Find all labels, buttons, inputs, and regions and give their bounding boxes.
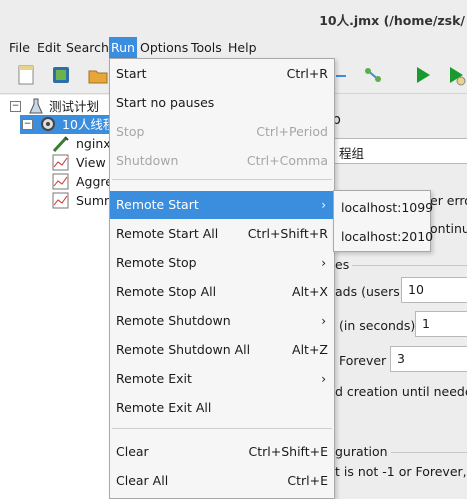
menu-item-label: Remote Shutdown bbox=[116, 313, 231, 328]
menu-options[interactable]: Options bbox=[140, 40, 188, 55]
remote-icon[interactable] bbox=[362, 64, 384, 86]
menu-item-remote-exit-all[interactable]: Remote Exit All bbox=[110, 394, 334, 422]
new-icon[interactable] bbox=[15, 64, 37, 86]
menu-item-label: Remote Exit All bbox=[116, 400, 212, 415]
menu-item-remote-stop[interactable]: Remote Stop › bbox=[110, 249, 334, 277]
menu-item-label: Clear bbox=[116, 444, 149, 459]
start-icon[interactable] bbox=[412, 64, 434, 86]
menu-separator bbox=[112, 428, 332, 429]
graph-icon bbox=[52, 192, 70, 214]
run-menu: Start Ctrl+R Start no pauses Stop Ctrl+P… bbox=[109, 58, 335, 499]
menu-item-remote-exit[interactable]: Remote Exit › bbox=[110, 365, 334, 393]
scheduler-config-label: guration bbox=[335, 444, 391, 459]
continue-option[interactable]: ontinue bbox=[430, 221, 467, 236]
menu-item-remote-start-all[interactable]: Remote Start All Ctrl+Shift+R bbox=[110, 220, 334, 248]
rampup-input[interactable]: 1 bbox=[415, 311, 467, 337]
menu-run[interactable]: Run bbox=[109, 37, 137, 59]
window-title: 10人.jmx (/home/zsk/ bbox=[319, 13, 465, 28]
shortcut-label: Ctrl+Shift+R bbox=[247, 226, 328, 241]
collapse-icon[interactable]: − bbox=[22, 119, 33, 130]
tree-item-label: nginx bbox=[76, 136, 111, 151]
chevron-right-icon: › bbox=[321, 198, 326, 212]
shortcut-label: Ctrl+R bbox=[286, 66, 328, 81]
delay-creation-label[interactable]: d creation until needed bbox=[335, 384, 467, 399]
chevron-right-icon: › bbox=[321, 314, 326, 328]
open-icon[interactable] bbox=[87, 64, 109, 86]
duration-note: t is not -1 or Forever, du bbox=[335, 464, 467, 479]
tree-item-label: Aggre bbox=[76, 174, 113, 189]
loop-count-input[interactable]: 3 bbox=[390, 346, 467, 372]
shortcut-label: Alt+X bbox=[292, 284, 328, 299]
menu-tools[interactable]: Tools bbox=[191, 40, 222, 55]
rampup-value: 1 bbox=[422, 316, 430, 331]
menu-item-label: Remote Start All bbox=[116, 226, 219, 241]
menu-item-label: Remote Exit bbox=[116, 371, 192, 386]
remote-start-submenu: localhost:1099 localhost:2010 bbox=[333, 190, 433, 252]
shortcut-label: Alt+Z bbox=[292, 342, 328, 357]
threads-input[interactable]: 10 bbox=[401, 277, 467, 303]
thread-properties-label: es bbox=[335, 257, 353, 272]
templates-icon[interactable] bbox=[50, 64, 72, 86]
submenu-item-localhost-1099[interactable]: localhost:1099 bbox=[341, 200, 433, 215]
menu-item-stop: Stop Ctrl+Period bbox=[110, 118, 334, 146]
name-value: 程组 bbox=[339, 146, 365, 161]
shortcut-label: Ctrl+Comma bbox=[246, 153, 328, 168]
menu-separator bbox=[112, 179, 332, 180]
menu-item-clear-all[interactable]: Clear All Ctrl+E bbox=[110, 467, 334, 495]
menu-item-remote-stop-all[interactable]: Remote Stop All Alt+X bbox=[110, 278, 334, 306]
chevron-right-icon: › bbox=[321, 372, 326, 386]
menu-item-shutdown: Shutdown Ctrl+Comma bbox=[110, 147, 334, 175]
menu-item-start[interactable]: Start Ctrl+R bbox=[110, 60, 334, 88]
menu-edit[interactable]: Edit bbox=[37, 40, 61, 55]
divider bbox=[332, 265, 467, 266]
menu-item-label: Start bbox=[116, 66, 147, 81]
menu-item-clear[interactable]: Clear Ctrl+Shift+E bbox=[110, 438, 334, 466]
threads-label: ads (users): bbox=[335, 284, 409, 299]
toolbar-fragment bbox=[336, 75, 346, 77]
menu-search[interactable]: Search bbox=[66, 40, 109, 55]
loop-value: 3 bbox=[397, 351, 405, 366]
submenu-item-localhost-2010[interactable]: localhost:2010 bbox=[341, 229, 433, 244]
chevron-right-icon: › bbox=[321, 256, 326, 270]
menu-item-label: Clear All bbox=[116, 473, 169, 488]
loop-forever-label[interactable]: Forever bbox=[339, 353, 386, 368]
menu-item-label: Remote Stop bbox=[116, 255, 197, 270]
error-action-label: er erro bbox=[430, 193, 467, 208]
menu-item-label: Stop bbox=[116, 124, 145, 139]
shortcut-label: Ctrl+E bbox=[287, 473, 328, 488]
menu-file[interactable]: File bbox=[9, 40, 30, 55]
start-no-pauses-icon[interactable] bbox=[445, 64, 467, 86]
menu-item-remote-shutdown[interactable]: Remote Shutdown › bbox=[110, 307, 334, 335]
rampup-label: (in seconds): bbox=[339, 318, 420, 333]
menu-item-label: Shutdown bbox=[116, 153, 179, 168]
menu-help[interactable]: Help bbox=[228, 40, 257, 55]
menu-item-remote-shutdown-all[interactable]: Remote Shutdown All Alt+Z bbox=[110, 336, 334, 364]
title-bar: 10人.jmx (/home/zsk/ bbox=[0, 0, 467, 36]
tree-item-label: View bbox=[76, 155, 106, 170]
menu-item-remote-start[interactable]: Remote Start › bbox=[110, 191, 334, 219]
shortcut-label: Ctrl+Shift+E bbox=[248, 444, 329, 459]
menu-item-label: Remote Shutdown All bbox=[116, 342, 251, 357]
threads-value: 10 bbox=[408, 282, 424, 297]
menu-item-label: Remote Start bbox=[116, 197, 199, 212]
tree-item-label: 10人线程 bbox=[62, 117, 116, 132]
shortcut-label: Ctrl+Period bbox=[256, 124, 328, 139]
name-field[interactable]: 程组 bbox=[332, 138, 467, 164]
menu-item-label: Start no pauses bbox=[116, 95, 215, 110]
menu-item-start-no-pauses[interactable]: Start no pauses bbox=[110, 89, 334, 117]
tree-item-label: 测试计划 bbox=[49, 99, 100, 114]
menu-item-label: Remote Stop All bbox=[116, 284, 217, 299]
collapse-icon[interactable]: − bbox=[10, 101, 21, 112]
menu-bar: File Edit Search Run Options Tools Help bbox=[0, 36, 467, 59]
